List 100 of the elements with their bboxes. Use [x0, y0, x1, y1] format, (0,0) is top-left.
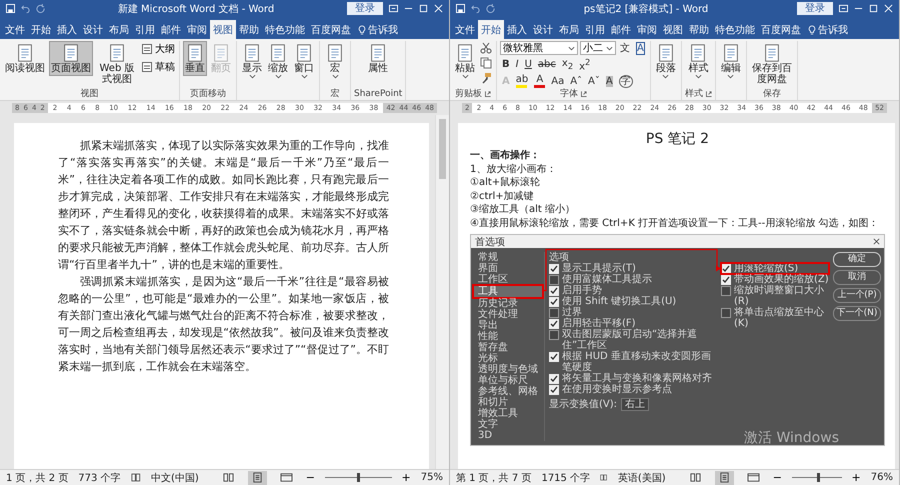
- category-item[interactable]: 界面: [474, 263, 544, 274]
- tell-me-field[interactable]: 告诉我: [368, 22, 398, 36]
- zoom-level[interactable]: 76%: [870, 472, 893, 483]
- checkbox[interactable]: [549, 352, 559, 362]
- close-icon[interactable]: [873, 238, 880, 245]
- language-label[interactable]: 英语(美国): [618, 470, 666, 484]
- ribbon-button[interactable]: 大纲: [141, 41, 176, 57]
- zoom-in-button[interactable]: +: [402, 471, 411, 484]
- font-size-field[interactable]: 小二: [580, 41, 616, 55]
- sign-in-button[interactable]: 登录: [347, 2, 383, 15]
- maximize-icon[interactable]: [869, 4, 878, 13]
- save-icon[interactable]: [6, 4, 15, 13]
- category-item[interactable]: 参考线、网格和切片: [474, 386, 544, 408]
- checkbox[interactable]: [721, 308, 731, 318]
- format-button[interactable]: A: [634, 42, 647, 54]
- checkbox[interactable]: [721, 264, 731, 274]
- category-item[interactable]: 文件处理: [474, 309, 544, 320]
- save-icon[interactable]: [456, 4, 465, 13]
- checkbox[interactable]: [549, 319, 559, 329]
- copy-button[interactable]: [479, 56, 493, 70]
- ribbon-button[interactable]: Web 版式视图: [95, 41, 139, 87]
- dialog-launcher-icon[interactable]: [580, 91, 587, 98]
- ribbon-button[interactable]: 草稿: [141, 59, 176, 75]
- format-button[interactable]: Aa: [549, 76, 566, 87]
- category-item[interactable]: 3D: [474, 430, 544, 441]
- format-button[interactable]: Aˆ: [568, 76, 584, 87]
- redo-icon[interactable]: [36, 4, 45, 13]
- category-item[interactable]: 常规: [474, 252, 544, 263]
- format-button[interactable]: x$^{2}$: [577, 57, 592, 72]
- ribbon-button[interactable]: 保存到百度网盘: [750, 41, 794, 87]
- ribbon-button[interactable]: 页面视图: [49, 41, 93, 76]
- select-field[interactable]: 右上: [621, 398, 650, 411]
- format-button[interactable]: A: [604, 76, 615, 87]
- ribbon-tab[interactable]: 帮助: [686, 20, 712, 39]
- category-item[interactable]: 光标: [474, 353, 544, 364]
- zoom-in-button[interactable]: +: [852, 471, 861, 484]
- checkbox[interactable]: [549, 308, 559, 318]
- format-button[interactable]: x$_{2}$: [560, 58, 576, 72]
- checkbox[interactable]: [721, 275, 731, 285]
- ribbon-display-icon[interactable]: [389, 4, 398, 13]
- ribbon-tab[interactable]: 百度网盘: [308, 20, 354, 39]
- checkbox[interactable]: [549, 286, 559, 296]
- checkbox[interactable]: [549, 330, 559, 340]
- language-label[interactable]: 中文(中国): [150, 470, 199, 484]
- ribbon-button[interactable]: 窗口: [292, 41, 316, 81]
- ribbon-button[interactable]: 阅读视图: [3, 41, 47, 76]
- ribbon-tab[interactable]: 插入: [504, 20, 530, 39]
- checkbox[interactable]: [549, 264, 559, 274]
- ribbon-tab[interactable]: 视图: [660, 20, 686, 39]
- ribbon-tab[interactable]: 视图: [210, 20, 236, 39]
- ribbon-button[interactable]: 粘贴: [453, 41, 477, 81]
- ribbon-tab[interactable]: 帮助: [236, 20, 262, 39]
- ribbon-tab[interactable]: 引用: [132, 20, 158, 39]
- category-item[interactable]: 工作区: [474, 274, 544, 285]
- ribbon-tab[interactable]: 特色功能: [262, 20, 308, 39]
- category-item[interactable]: 单位与标尺: [474, 375, 544, 386]
- ribbon-tab[interactable]: 开始: [478, 20, 504, 39]
- dialog-button[interactable]: 确定: [833, 252, 881, 267]
- redo-icon[interactable]: [486, 4, 495, 13]
- ribbon-tab[interactable]: 布局: [556, 20, 582, 39]
- ribbon-button[interactable]: 段落: [654, 41, 678, 81]
- zoom-out-button[interactable]: −: [772, 471, 782, 484]
- ribbon-tab[interactable]: 引用: [582, 20, 608, 39]
- format-button[interactable]: A: [532, 74, 548, 88]
- checkbox[interactable]: [549, 385, 559, 395]
- ribbon-tab[interactable]: 设计: [80, 20, 106, 39]
- category-item[interactable]: 历史记录: [474, 298, 544, 309]
- ribbon-tab[interactable]: 设计: [530, 20, 556, 39]
- ribbon-tab[interactable]: 百度网盘: [758, 20, 804, 39]
- ribbon-button[interactable]: 宏: [323, 41, 347, 81]
- dialog-button[interactable]: 取消: [833, 270, 881, 285]
- ribbon-tab[interactable]: 邮件: [158, 20, 184, 39]
- category-item[interactable]: 暂存盘: [474, 342, 544, 353]
- checkbox[interactable]: [721, 286, 731, 296]
- zoom-level[interactable]: 75%: [420, 472, 443, 483]
- ribbon-button[interactable]: 属性: [366, 41, 390, 76]
- dialog-button[interactable]: 下一个(N): [833, 306, 881, 321]
- format-button[interactable]: B: [500, 59, 512, 70]
- ribbon-tab[interactable]: 审阅: [634, 20, 660, 39]
- tell-me-field[interactable]: 告诉我: [818, 22, 848, 36]
- font-name-field[interactable]: 微软雅黑: [500, 41, 578, 55]
- format-button[interactable]: abc: [536, 59, 558, 70]
- ribbon-button[interactable]: 垂直: [183, 41, 207, 76]
- ribbon-tab[interactable]: 文件: [452, 20, 478, 39]
- category-item[interactable]: 文字: [474, 419, 544, 430]
- zoom-thumb[interactable]: [816, 473, 820, 482]
- ribbon-tab[interactable]: 布局: [106, 20, 132, 39]
- ribbon-button[interactable]: 显示: [240, 41, 264, 81]
- format-button[interactable]: Aˇ: [586, 76, 602, 87]
- maximize-icon[interactable]: [419, 4, 428, 13]
- zoom-out-button[interactable]: −: [306, 471, 316, 484]
- zoom-thumb[interactable]: [357, 473, 360, 482]
- checkbox[interactable]: [549, 275, 559, 285]
- undo-icon[interactable]: [471, 4, 480, 13]
- category-item[interactable]: 导出: [474, 320, 544, 331]
- format-button[interactable]: 文: [618, 42, 632, 54]
- ribbon-tab[interactable]: 插入: [54, 20, 80, 39]
- format-button[interactable]: I: [514, 59, 521, 70]
- ribbon-button[interactable]: 编辑: [718, 41, 743, 81]
- view-button[interactable]: [714, 470, 734, 484]
